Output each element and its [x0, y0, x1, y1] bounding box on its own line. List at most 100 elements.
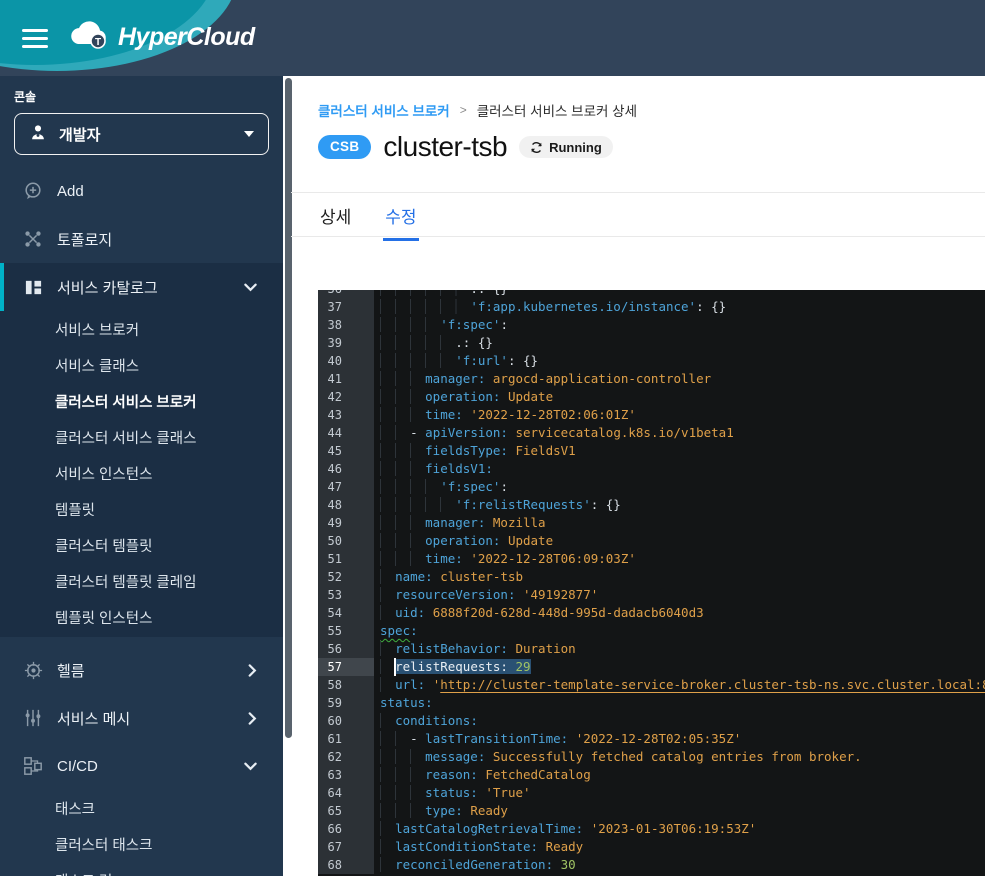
- line-content: .: {}: [374, 290, 985, 298]
- sidebar-item-cluster-service-broker[interactable]: 클러스터 서비스 브로커: [0, 383, 283, 419]
- line-number: 52: [318, 568, 374, 586]
- line-content: lastCatalogRetrievalTime: '2023-01-30T06…: [374, 820, 985, 838]
- line-number: 51: [318, 550, 374, 568]
- line-number: 64: [318, 784, 374, 802]
- sidebar-item-cluster-template[interactable]: 클러스터 템플릿: [0, 527, 283, 563]
- breadcrumb-link[interactable]: 클러스터 서비스 브로커: [318, 100, 450, 120]
- sidebar-item-helm[interactable]: 헬름: [0, 646, 283, 694]
- code-line-68: 68 reconciledGeneration: 30: [318, 856, 985, 874]
- sidebar-item-cluster-service-class[interactable]: 클러스터 서비스 클래스: [0, 419, 283, 455]
- sidebar-item-label: Add: [57, 183, 84, 200]
- line-content: name: cluster-tsb: [374, 568, 985, 586]
- helm-icon: [22, 659, 44, 681]
- code-line-61: 61 - lastTransitionTime: '2022-12-28T02:…: [318, 730, 985, 748]
- chevron-down-icon: [244, 283, 257, 292]
- line-content: fieldsV1:: [374, 460, 985, 478]
- content-scrollbar-thumb[interactable]: [285, 78, 292, 738]
- sidebar-item-label: 클러스터 서비스 클래스: [55, 427, 196, 448]
- sidebar-item-label: 서비스 메시: [57, 708, 130, 729]
- code-line-58: 58 url: 'http://cluster-template-service…: [318, 676, 985, 694]
- code-line-39: 39 .: {}: [318, 334, 985, 352]
- line-number: 53: [318, 586, 374, 604]
- line-number: 43: [318, 406, 374, 424]
- sidebar-item-cicd[interactable]: CI/CD: [0, 742, 283, 790]
- code-line-50: 50 operation: Update: [318, 532, 985, 550]
- sidebar-item-service-instance[interactable]: 서비스 인스턴스: [0, 455, 283, 491]
- line-number: 58: [318, 676, 374, 694]
- text-selection: relistRequests: 29: [395, 659, 530, 674]
- line-content: type: Ready: [374, 802, 985, 820]
- sidebar-item-task[interactable]: 태스크: [0, 790, 283, 826]
- tab-divider: [291, 236, 985, 237]
- status-text: Running: [549, 140, 602, 155]
- add-icon: [22, 180, 44, 202]
- sidebar-item-task-run[interactable]: 태스크 런: [0, 862, 283, 876]
- mesh-icon: [22, 707, 44, 729]
- line-content: resourceVersion: '49192877': [374, 586, 985, 604]
- code-line-36: 36 .: {}: [318, 290, 985, 298]
- code-line-56: 56 relistBehavior: Duration: [318, 640, 985, 658]
- line-content: 'f:spec':: [374, 316, 985, 334]
- line-number: 42: [318, 388, 374, 406]
- line-content: manager: Mozilla: [374, 514, 985, 532]
- sidebar-item-label: 클러스터 템플릿 클레임: [55, 571, 196, 592]
- sidebar: 콘솔 개발자 Add토폴로지서비스 카탈로그서비스 브로커서비스 클래스클러스터…: [0, 76, 283, 876]
- sidebar-item-cluster-task[interactable]: 클러스터 태스크: [0, 826, 283, 862]
- sidebar-item-label: 서비스 브로커: [55, 319, 139, 340]
- code-line-46: 46 fieldsV1:: [318, 460, 985, 478]
- sidebar-item-service-catalog[interactable]: 서비스 카탈로그: [0, 263, 283, 311]
- code-line-65: 65 type: Ready: [318, 802, 985, 820]
- yaml-editor[interactable]: 36 .: {}37 'f:app.kubernetes.io/instance…: [318, 290, 985, 876]
- hamburger-menu-icon[interactable]: [22, 29, 48, 49]
- sidebar-item-template-instance[interactable]: 템플릿 인스턴스: [0, 599, 283, 637]
- code-line-57: 57 relistRequests: 29: [318, 658, 985, 676]
- line-content: relistRequests: 29: [374, 658, 985, 676]
- line-number: 63: [318, 766, 374, 784]
- code-line-40: 40 'f:url': {}: [318, 352, 985, 370]
- breadcrumb: 클러스터 서비스 브로커 > 클러스터 서비스 브로커 상세: [318, 100, 637, 120]
- code-line-41: 41 manager: argocd-application-controlle…: [318, 370, 985, 388]
- line-number: 40: [318, 352, 374, 370]
- sidebar-item-label: 클러스터 태스크: [55, 834, 152, 855]
- sidebar-item-label: 헬름: [57, 660, 85, 681]
- page-title: cluster-tsb: [383, 131, 507, 163]
- sidebar-item-label: 템플릿 인스턴스: [55, 607, 152, 628]
- sidebar-item-cluster-template-claim[interactable]: 클러스터 템플릿 클레임: [0, 563, 283, 599]
- line-number: 38: [318, 316, 374, 334]
- title-divider: [291, 192, 985, 193]
- line-content: fieldsType: FieldsV1: [374, 442, 985, 460]
- line-content: reason: FetchedCatalog: [374, 766, 985, 784]
- sidebar-item-topology[interactable]: 토폴로지: [0, 215, 283, 263]
- line-content: 'f:url': {}: [374, 352, 985, 370]
- hypercloud-logo[interactable]: T HyperCloud: [68, 20, 255, 55]
- code-line-49: 49 manager: Mozilla: [318, 514, 985, 532]
- line-content: - lastTransitionTime: '2022-12-28T02:05:…: [374, 730, 985, 748]
- line-number: 56: [318, 640, 374, 658]
- breadcrumb-separator-icon: >: [460, 103, 467, 117]
- page-title-row: CSB cluster-tsb Running: [318, 131, 613, 163]
- sidebar-item-add[interactable]: Add: [0, 167, 283, 215]
- perspective-value: 개발자: [59, 124, 244, 145]
- line-content: url: 'http://cluster-template-service-br…: [374, 676, 985, 694]
- catalog-icon: [22, 276, 44, 298]
- sidebar-item-service-broker[interactable]: 서비스 브로커: [0, 311, 283, 347]
- sidebar-item-service-mesh[interactable]: 서비스 메시: [0, 694, 283, 742]
- line-content: time: '2022-12-28T06:09:03Z': [374, 550, 985, 568]
- line-number: 68: [318, 856, 374, 874]
- sidebar-item-service-class[interactable]: 서비스 클래스: [0, 347, 283, 383]
- code-line-54: 54 uid: 6888f20d-628d-448d-995d-dadacb60…: [318, 604, 985, 622]
- chevron-right-icon: [248, 712, 257, 725]
- line-number: 61: [318, 730, 374, 748]
- code-line-59: 59status:: [318, 694, 985, 712]
- line-number: 60: [318, 712, 374, 730]
- chevron-down-icon: [244, 762, 257, 771]
- cicd-icon: [22, 755, 44, 777]
- line-number: 65: [318, 802, 374, 820]
- code-line-37: 37 'f:app.kubernetes.io/instance': {}: [318, 298, 985, 316]
- perspective-dropdown[interactable]: 개발자: [14, 113, 269, 155]
- line-number: 48: [318, 496, 374, 514]
- topology-icon: [22, 228, 44, 250]
- line-number: 55: [318, 622, 374, 640]
- code-line-62: 62 message: Successfully fetched catalog…: [318, 748, 985, 766]
- sidebar-item-template[interactable]: 템플릿: [0, 491, 283, 527]
